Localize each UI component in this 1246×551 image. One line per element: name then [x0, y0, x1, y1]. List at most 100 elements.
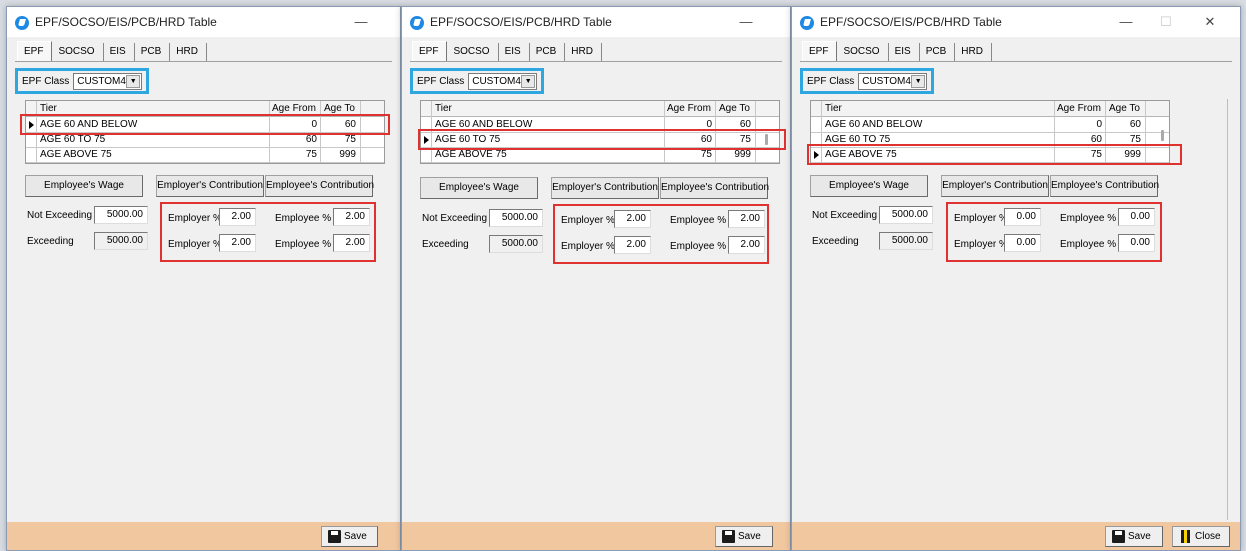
employer-pct-input[interactable]: 0.00 — [1004, 234, 1041, 252]
employee-pct-label: Employee % — [670, 241, 727, 252]
table-row[interactable]: AGE 60 AND BELOW 0 60 — [811, 118, 1169, 133]
epf-class-group: EPF Class CUSTOM4 ▼ — [800, 68, 935, 94]
epf-class-value: CUSTOM4 — [862, 75, 911, 87]
exceeding-label: Exceeding — [422, 239, 469, 250]
employee-pct-label: Employee % — [1060, 213, 1117, 224]
employee-wage-button[interactable]: Employee's Wage — [25, 175, 143, 197]
chevron-down-icon[interactable]: ▼ — [521, 74, 536, 88]
save-label: Save — [344, 531, 367, 542]
employer-pct-label: Employer % — [561, 215, 615, 226]
not-exceeding-label: Not Exceeding — [27, 210, 93, 221]
employee-contribution-button[interactable]: Employee's Contribution — [1050, 175, 1159, 197]
tax-table-window-2: EPF/SOCSO/EIS/PCB/HRD Table — EPF SOCSO … — [401, 6, 791, 551]
employee-pct-input[interactable]: 0.00 — [1118, 208, 1155, 226]
row-age-from: 60 — [305, 134, 317, 145]
col-age-from: Age From — [1057, 103, 1101, 114]
not-exceeding-input[interactable]: 5000.00 — [489, 209, 543, 227]
chevron-down-icon[interactable]: ▼ — [911, 74, 926, 88]
epf-class-label: EPF Class — [807, 75, 855, 87]
tab-eis[interactable]: EIS — [888, 43, 920, 61]
tab-hrd[interactable]: HRD — [170, 43, 207, 61]
table-row[interactable]: AGE 60 TO 75 60 75 — [26, 133, 384, 148]
close-window-button[interactable]: ✕ — [1196, 11, 1224, 33]
tab-epf[interactable]: EPF — [412, 41, 448, 61]
tab-socso[interactable]: SOCSO — [447, 43, 499, 61]
epf-class-select[interactable]: CUSTOM4 ▼ — [858, 72, 928, 90]
row-age-to: 999 — [734, 149, 751, 160]
chevron-down-icon[interactable]: ▼ — [126, 74, 141, 88]
close-button[interactable]: Close — [1172, 526, 1230, 547]
minimize-button[interactable]: — — [347, 11, 375, 33]
epf-class-select[interactable]: CUSTOM4 ▼ — [468, 72, 538, 90]
minimize-button[interactable]: — — [732, 11, 760, 33]
grid-header: Tier Age From Age To — [811, 101, 1169, 117]
exceeding-input: 5000.00 — [879, 232, 933, 250]
tab-hrd[interactable]: HRD — [955, 43, 992, 61]
exceeding-input: 5000.00 — [489, 235, 543, 253]
employer-pct-input[interactable]: 2.00 — [614, 210, 651, 228]
tab-socso[interactable]: SOCSO — [837, 43, 889, 61]
maximize-button[interactable]: ☐ — [1152, 11, 1180, 33]
employee-pct-label: Employee % — [670, 215, 727, 226]
tab-bar: EPF SOCSO EIS PCB HRD — [802, 41, 992, 61]
tab-eis[interactable]: EIS — [498, 43, 530, 61]
save-button[interactable]: Save — [321, 526, 378, 547]
employer-pct-input[interactable]: 2.00 — [614, 236, 651, 254]
tax-table-window-1: EPF/SOCSO/EIS/PCB/HRD Table — EPF SOCSO … — [6, 6, 401, 551]
employer-contribution-button[interactable]: Employer's Contribution — [941, 175, 1049, 197]
employee-pct-input[interactable]: 2.00 — [333, 208, 370, 226]
not-exceeding-label: Not Exceeding — [422, 213, 488, 224]
employer-contribution-button[interactable]: Employer's Contribution — [551, 177, 659, 199]
row-age-to: 75 — [344, 134, 356, 145]
not-exceeding-input[interactable]: 5000.00 — [94, 206, 148, 224]
tab-pcb[interactable]: PCB — [919, 43, 956, 61]
employer-contribution-button[interactable]: Employer's Contribution — [156, 175, 264, 197]
employee-pct-input[interactable]: 2.00 — [728, 210, 765, 228]
table-row[interactable]: AGE ABOVE 75 75 999 — [421, 148, 779, 163]
tab-socso[interactable]: SOCSO — [52, 43, 104, 61]
window-title: EPF/SOCSO/EIS/PCB/HRD Table — [35, 15, 217, 29]
tab-epf[interactable]: EPF — [802, 41, 838, 61]
save-label: Save — [1128, 531, 1151, 542]
employer-pct-label: Employer % — [168, 239, 222, 250]
employee-pct-input[interactable]: 0.00 — [1118, 234, 1155, 252]
epf-class-value: CUSTOM4 — [77, 75, 126, 87]
close-label: Close — [1195, 531, 1221, 542]
employer-pct-input[interactable]: 2.00 — [219, 208, 256, 226]
row-tier: AGE 60 TO 75 — [40, 134, 106, 145]
employee-wage-button[interactable]: Employee's Wage — [420, 177, 538, 199]
tab-pcb[interactable]: PCB — [529, 43, 566, 61]
row-age-from: 0 — [1096, 119, 1102, 130]
epf-class-group: EPF Class CUSTOM4 ▼ — [410, 68, 545, 94]
save-icon — [722, 530, 735, 543]
grid-scrollbar[interactable] — [1161, 130, 1164, 141]
not-exceeding-label: Not Exceeding — [812, 210, 878, 221]
epf-class-select[interactable]: CUSTOM4 ▼ — [73, 72, 143, 90]
minimize-button[interactable]: — — [1112, 11, 1140, 33]
tab-epf[interactable]: EPF — [17, 41, 53, 61]
employee-contribution-button[interactable]: Employee's Contribution — [660, 177, 769, 199]
save-label: Save — [738, 531, 761, 542]
employee-wage-button[interactable]: Employee's Wage — [810, 175, 928, 197]
tab-eis[interactable]: EIS — [103, 43, 135, 61]
save-button[interactable]: Save — [1105, 526, 1163, 547]
table-row[interactable]: AGE ABOVE 75 75 999 — [26, 148, 384, 163]
employee-pct-input[interactable]: 2.00 — [728, 236, 765, 254]
exceeding-label: Exceeding — [27, 236, 74, 247]
employee-pct-input[interactable]: 2.00 — [333, 234, 370, 252]
save-button[interactable]: Save — [715, 526, 773, 547]
tab-pcb[interactable]: PCB — [134, 43, 171, 61]
employer-pct-input[interactable]: 0.00 — [1004, 208, 1041, 226]
not-exceeding-input[interactable]: 5000.00 — [879, 206, 933, 224]
window-title: EPF/SOCSO/EIS/PCB/HRD Table — [430, 15, 612, 29]
employee-contribution-button[interactable]: Employee's Contribution — [265, 175, 374, 197]
tab-hrd[interactable]: HRD — [565, 43, 602, 61]
tax-table-window-3: EPF/SOCSO/EIS/PCB/HRD Table — ☐ ✕ EPF SO… — [791, 6, 1241, 551]
col-tier: Tier — [40, 103, 57, 114]
row-tier: AGE ABOVE 75 — [435, 149, 507, 160]
col-age-from: Age From — [667, 103, 711, 114]
window-title: EPF/SOCSO/EIS/PCB/HRD Table — [820, 15, 1002, 29]
exit-door-icon — [1181, 530, 1190, 543]
footer-bar: Save — [7, 522, 400, 550]
employer-pct-input[interactable]: 2.00 — [219, 234, 256, 252]
